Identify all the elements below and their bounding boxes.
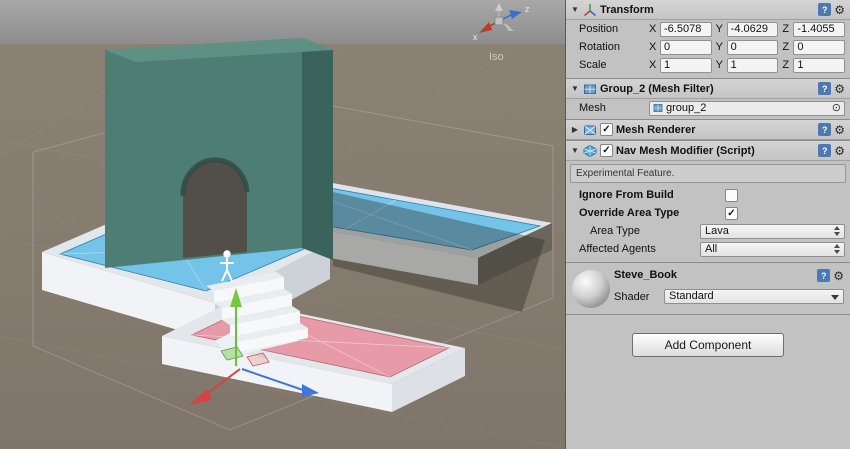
mesh-object-field[interactable]: group_2 ⊙ — [649, 101, 845, 116]
scene-canvas[interactable]: x z Iso — [0, 0, 565, 449]
popup-caret-icon — [834, 244, 841, 254]
transform-header[interactable]: ▼ Transform ? ⚙ — [566, 0, 850, 20]
gear-icon[interactable]: ⚙ — [834, 124, 845, 136]
mesh-object-value: group_2 — [666, 102, 829, 114]
override-area-type-row: Override Area Type ✓ — [566, 204, 850, 222]
rotation-x-field[interactable]: 0 — [660, 40, 712, 55]
mesh-renderer-header[interactable]: ▶ ✓ Mesh Renderer ? ⚙ — [566, 120, 850, 140]
projection-mode-label[interactable]: Iso — [489, 51, 504, 63]
object-picker-icon[interactable]: ⊙ — [832, 103, 841, 114]
ignore-from-build-label: Ignore From Build — [579, 189, 725, 201]
affected-agents-dropdown[interactable]: All — [700, 242, 845, 257]
shader-value: Standard — [669, 290, 714, 302]
rotation-label: Rotation — [579, 41, 649, 53]
affected-agents-label: Affected Agents — [579, 243, 700, 255]
gear-icon[interactable]: ⚙ — [834, 83, 845, 95]
scene-view[interactable]: x z Iso — [0, 0, 565, 449]
area-type-dropdown[interactable]: Lava — [700, 224, 845, 239]
gear-icon[interactable]: ⚙ — [834, 4, 845, 16]
rotation-row: Rotation X 0 Y 0 Z 0 — [566, 38, 850, 56]
rotation-z-field[interactable]: 0 — [793, 40, 845, 55]
axis-z-label: Z — [782, 23, 793, 35]
override-area-type-checkbox[interactable]: ✓ — [725, 207, 738, 220]
mesh-row: Mesh group_2 ⊙ — [566, 99, 850, 117]
axis-y-label: Y — [716, 59, 727, 71]
material-section: Steve_Book ? ⚙ Shader Standard — [566, 263, 850, 315]
scale-label: Scale — [579, 59, 649, 71]
scale-z-field[interactable]: 1 — [793, 58, 845, 73]
affected-agents-value: All — [705, 243, 717, 255]
mesh-filter-icon — [583, 82, 597, 96]
position-row: Position X -6.5078 Y -4.0629 Z -1.4055 — [566, 20, 850, 38]
help-icon[interactable]: ? — [818, 82, 831, 95]
nav-mesh-modifier-icon — [583, 144, 597, 158]
component-enabled-checkbox[interactable]: ✓ — [600, 123, 613, 136]
gear-icon[interactable]: ⚙ — [834, 145, 845, 157]
shader-dropdown[interactable]: Standard — [664, 289, 844, 304]
axis-z-label: Z — [782, 59, 793, 71]
axis-z-label: z — [525, 4, 530, 14]
foldout-icon[interactable]: ▼ — [570, 84, 580, 93]
inspector-panel: ▼ Transform ? ⚙ Position X -6.5078 Y -4.… — [565, 0, 850, 449]
help-icon[interactable]: ? — [818, 144, 831, 157]
scale-y-field[interactable]: 1 — [727, 58, 779, 73]
ignore-from-build-row: Ignore From Build — [566, 186, 850, 204]
help-icon[interactable]: ? — [818, 3, 831, 16]
ignore-from-build-checkbox[interactable] — [725, 189, 738, 202]
axis-z-label: Z — [782, 41, 793, 53]
orientation-center-cube[interactable] — [495, 17, 503, 25]
mesh-mini-icon — [653, 103, 663, 113]
foldout-icon[interactable]: ▶ — [570, 125, 580, 134]
axis-x-label: X — [649, 23, 660, 35]
gear-icon[interactable]: ⚙ — [833, 270, 844, 282]
area-type-label: Area Type — [590, 225, 700, 237]
scale-x-field[interactable]: 1 — [660, 58, 712, 73]
dropdown-caret-icon — [831, 295, 839, 300]
help-icon[interactable]: ? — [817, 269, 830, 282]
shader-label: Shader — [614, 291, 658, 303]
position-x-field[interactable]: -6.5078 — [660, 22, 712, 37]
popup-caret-icon — [834, 226, 841, 236]
rotation-y-field[interactable]: 0 — [727, 40, 779, 55]
axis-x-label: X — [649, 59, 660, 71]
foldout-icon[interactable]: ▼ — [570, 146, 580, 155]
position-z-field[interactable]: -1.4055 — [793, 22, 845, 37]
material-title: Steve_Book — [614, 267, 846, 281]
nav-mesh-modifier-header[interactable]: ▼ ✓ Nav Mesh Modifier (Script) ? ⚙ — [566, 141, 850, 161]
position-y-field[interactable]: -4.0629 — [727, 22, 779, 37]
scale-row: Scale X 1 Y 1 Z 1 — [566, 56, 850, 74]
area-type-value: Lava — [705, 225, 729, 237]
foldout-icon[interactable]: ▼ — [570, 5, 580, 14]
component-title: Group_2 (Mesh Filter) — [600, 83, 815, 95]
shader-row: Shader Standard — [614, 289, 846, 304]
wall-with-arch[interactable] — [105, 38, 333, 268]
help-icon[interactable]: ? — [818, 123, 831, 136]
component-title: Nav Mesh Modifier (Script) — [616, 145, 815, 157]
axis-x-label: x — [473, 32, 478, 42]
material-preview-sphere[interactable] — [572, 270, 610, 308]
experimental-feature-helpbox: Experimental Feature. — [570, 164, 846, 183]
position-label: Position — [579, 23, 649, 35]
axis-x-label: X — [649, 41, 660, 53]
axis-y-label: Y — [716, 41, 727, 53]
axis-y-label: Y — [716, 23, 727, 35]
mesh-renderer-icon — [583, 123, 597, 137]
mesh-label: Mesh — [579, 102, 649, 114]
transform-icon — [583, 3, 597, 17]
area-type-row: Area Type Lava — [566, 222, 850, 240]
mesh-filter-header[interactable]: ▼ Group_2 (Mesh Filter) ? ⚙ — [566, 79, 850, 99]
component-title: Mesh Renderer — [616, 124, 815, 136]
affected-agents-row: Affected Agents All — [566, 240, 850, 258]
add-component-button[interactable]: Add Component — [632, 333, 784, 357]
unity-editor-window: x z Iso ▼ Transform ? ⚙ Position X -6.50… — [0, 0, 850, 449]
component-enabled-checkbox[interactable]: ✓ — [600, 144, 613, 157]
override-area-type-label: Override Area Type — [579, 207, 725, 219]
component-title: Transform — [600, 4, 815, 16]
